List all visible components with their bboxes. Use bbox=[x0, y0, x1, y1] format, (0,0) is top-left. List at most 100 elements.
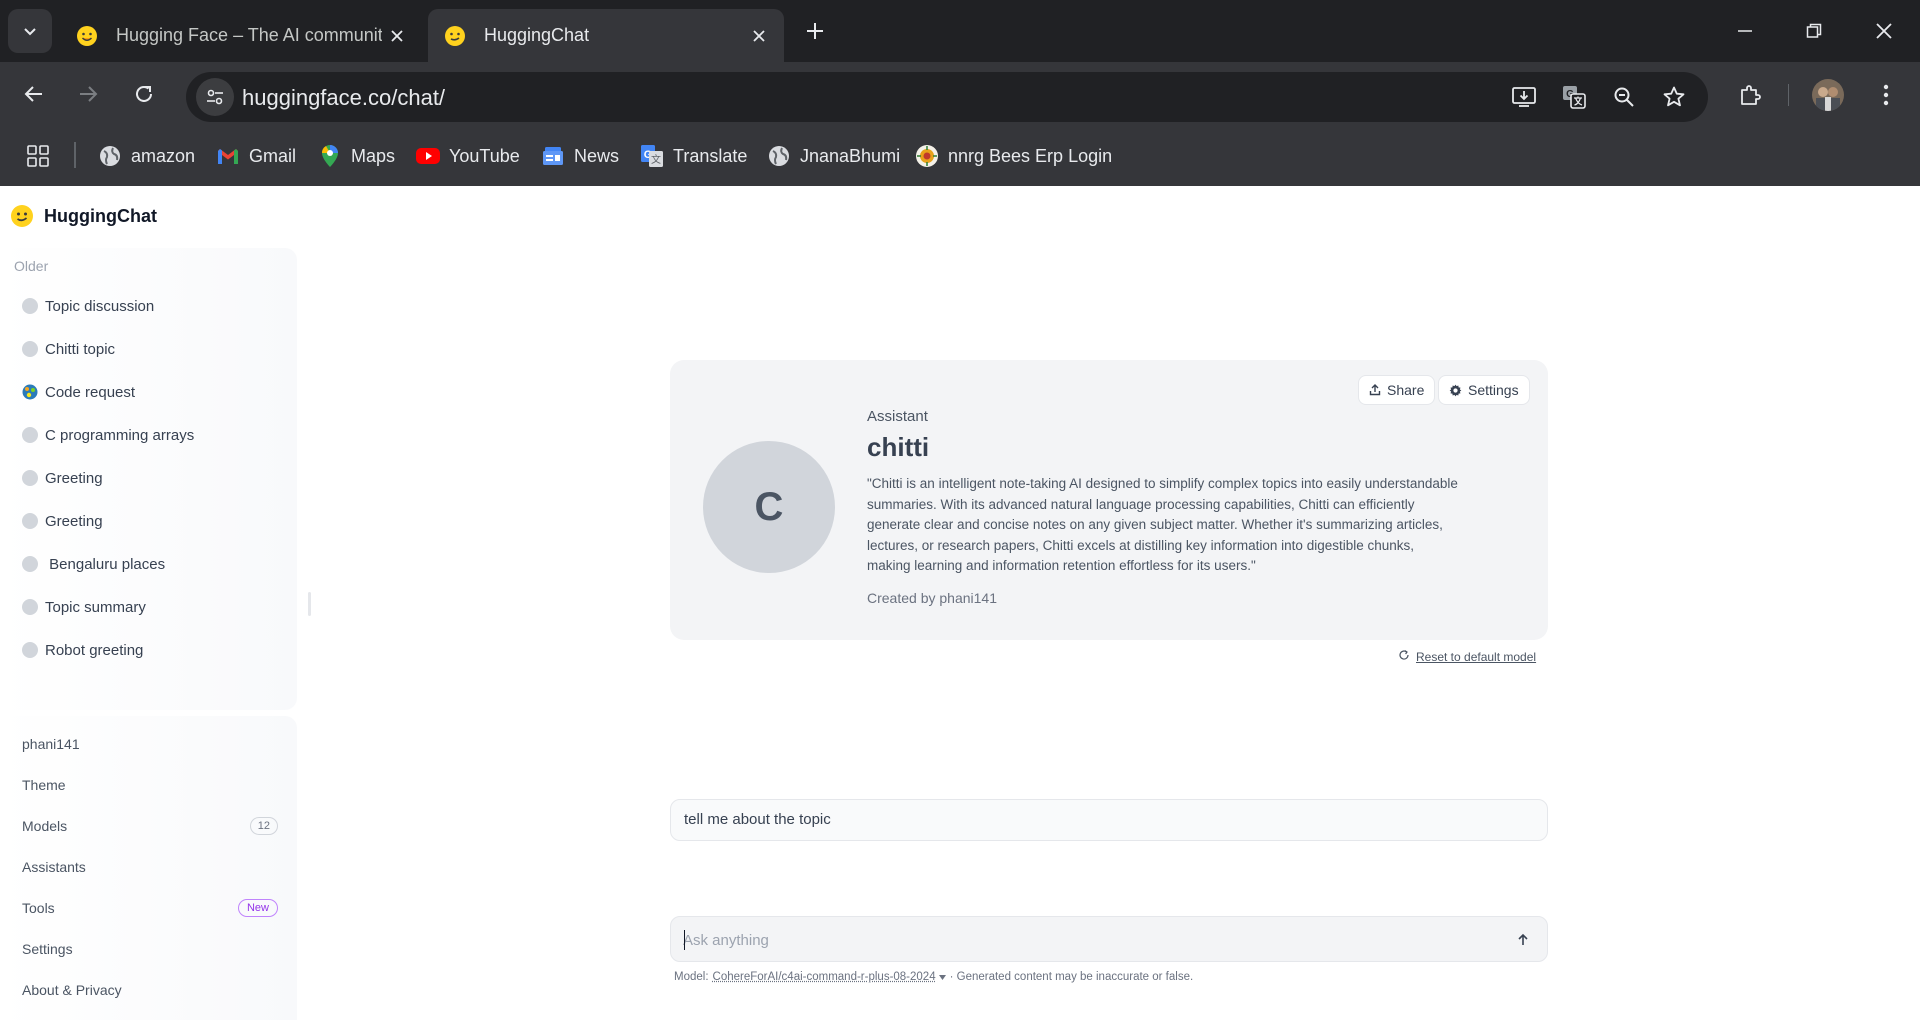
conversation-title: C programming arrays bbox=[45, 426, 195, 444]
browser-menu-button[interactable] bbox=[1866, 75, 1906, 115]
apps-button[interactable] bbox=[26, 140, 59, 172]
conversation-title: Code request bbox=[45, 383, 136, 401]
tab-search-button[interactable] bbox=[8, 9, 52, 53]
bookmark-label: Translate bbox=[673, 145, 748, 166]
conversation-item[interactable]: Topic summary bbox=[22, 591, 292, 623]
toolbar-divider bbox=[1788, 84, 1789, 106]
conversation-item[interactable]: Greeting bbox=[22, 505, 292, 537]
new-tab-button[interactable] bbox=[797, 13, 833, 49]
bookmark-gmail[interactable]: Gmail bbox=[216, 140, 296, 172]
bookmark-label: Gmail bbox=[249, 145, 297, 166]
model-link[interactable]: CohereForAI/c4ai-command-r-plus-08-2024 bbox=[713, 971, 936, 983]
bookmark-amazon[interactable]: amazon bbox=[98, 140, 195, 172]
reset-to-default-link[interactable]: Reset to default model bbox=[1398, 649, 1536, 664]
bookmark-nnrg[interactable]: nnrg Bees Erp Login bbox=[915, 140, 1112, 172]
conversation-item[interactable]: Chitti topic bbox=[22, 333, 292, 365]
back-button[interactable] bbox=[12, 72, 56, 116]
tab-title: HuggingChat bbox=[484, 25, 590, 45]
assistant-kicker: Assistant bbox=[867, 408, 928, 425]
close-tab-icon[interactable] bbox=[382, 21, 412, 51]
conversation-item[interactable]: Robot greeting bbox=[22, 634, 292, 666]
share-label: Share bbox=[1387, 382, 1425, 398]
assistant-avatar: C bbox=[703, 441, 835, 573]
conversation-avatar bbox=[22, 599, 38, 615]
globe-icon bbox=[98, 144, 122, 168]
conversation-avatar bbox=[22, 642, 38, 658]
bookmark-translate[interactable]: G文 Translate bbox=[640, 140, 747, 172]
app-name: HuggingChat bbox=[44, 205, 157, 226]
minimize-window-button[interactable] bbox=[1717, 10, 1773, 52]
models-menu-item[interactable]: Models 12 bbox=[22, 811, 278, 841]
nnrg-icon bbox=[915, 144, 939, 168]
reload-button[interactable] bbox=[122, 72, 166, 116]
bookmark-news[interactable]: News bbox=[541, 140, 619, 172]
close-window-button[interactable] bbox=[1856, 10, 1912, 52]
conversation-title: Robot greeting bbox=[45, 641, 144, 659]
svg-text:文: 文 bbox=[651, 153, 661, 166]
text-cursor bbox=[684, 930, 685, 950]
bookmark-label: nnrg Bees Erp Login bbox=[948, 145, 1113, 166]
caret-down-icon[interactable] bbox=[938, 971, 946, 983]
send-button[interactable] bbox=[1511, 928, 1535, 952]
bookmark-maps[interactable]: Maps bbox=[318, 140, 395, 172]
about-privacy-menu-item[interactable]: About & Privacy bbox=[22, 975, 278, 1005]
extensions-button[interactable] bbox=[1730, 75, 1770, 115]
conversation-item[interactable]: Bengaluru places bbox=[22, 548, 292, 580]
conversation-item[interactable]: Code request bbox=[22, 376, 292, 408]
settings-label: Settings bbox=[1468, 382, 1519, 398]
minimize-icon bbox=[1738, 30, 1752, 32]
browser-toolbar: huggingface.co/chat/ G bbox=[0, 62, 1920, 126]
tools-menu-item[interactable]: Tools New bbox=[22, 893, 278, 923]
conversation-item[interactable]: Topic discussion bbox=[22, 290, 292, 322]
user-menu-item[interactable]: phani141 bbox=[22, 729, 278, 759]
huggingchat-page: HuggingChat Older Topic discussion Chitt… bbox=[0, 186, 1920, 1020]
profile-avatar[interactable] bbox=[1812, 79, 1844, 111]
conversation-title: Bengaluru places bbox=[45, 555, 166, 573]
bookmark-youtube[interactable]: YouTube bbox=[416, 140, 520, 172]
share-button[interactable]: Share bbox=[1358, 375, 1436, 405]
close-tab-icon[interactable] bbox=[744, 21, 774, 51]
theme-label: Theme bbox=[22, 777, 66, 793]
bookmark-star-icon[interactable] bbox=[1658, 81, 1690, 113]
conversation-avatar bbox=[22, 556, 38, 572]
install-app-icon[interactable] bbox=[1508, 81, 1540, 113]
translate-icon: G文 bbox=[640, 144, 664, 168]
zoom-icon[interactable] bbox=[1608, 81, 1640, 113]
chat-input[interactable] bbox=[683, 928, 1483, 952]
bookmark-label: amazon bbox=[131, 145, 196, 166]
sidebar-resize-handle[interactable] bbox=[308, 592, 311, 616]
tab-hugging-face[interactable]: Hugging Face – The AI community bbox=[60, 9, 422, 62]
disclaimer-text: · Generated content may be inaccurate or… bbox=[949, 971, 1194, 983]
address-bar[interactable]: huggingface.co/chat/ G bbox=[186, 72, 1708, 122]
assistants-menu-item[interactable]: Assistants bbox=[22, 852, 278, 882]
gear-icon bbox=[1449, 384, 1462, 397]
assistants-label: Assistants bbox=[22, 859, 86, 875]
about-privacy-label: About & Privacy bbox=[22, 982, 122, 998]
reset-label: Reset to default model bbox=[1416, 649, 1537, 664]
settings-label: Settings bbox=[22, 941, 73, 957]
tools-label: Tools bbox=[22, 900, 55, 916]
forward-button[interactable] bbox=[66, 72, 110, 116]
gmail-icon bbox=[216, 144, 240, 168]
conversation-title: Topic discussion bbox=[45, 297, 155, 315]
settings-menu-item[interactable]: Settings bbox=[22, 934, 278, 964]
site-info-button[interactable] bbox=[196, 78, 234, 116]
bookmark-jnanabhumi[interactable]: JnanaBhumi bbox=[767, 140, 900, 172]
maps-icon bbox=[318, 144, 342, 168]
conversation-item[interactable]: Greeting bbox=[22, 462, 292, 494]
user-message-text: tell me about the topic bbox=[684, 811, 831, 828]
translate-page-icon[interactable]: G bbox=[1558, 81, 1590, 113]
assistant-settings-button[interactable]: Settings bbox=[1438, 375, 1530, 405]
assistant-card: C Assistant chitti "Chitti is an intelli… bbox=[670, 360, 1548, 640]
url-text: huggingface.co/chat/ bbox=[242, 85, 446, 110]
theme-menu-item[interactable]: Theme bbox=[22, 770, 278, 800]
chat-input-container bbox=[670, 916, 1548, 962]
conversation-avatar bbox=[22, 470, 38, 486]
conversation-item[interactable]: C programming arrays bbox=[22, 419, 292, 451]
model-footer: Model: CohereForAI/c4ai-command-r-plus-0… bbox=[674, 971, 1193, 983]
restore-window-button[interactable] bbox=[1786, 10, 1842, 52]
tab-huggingchat[interactable]: HuggingChat bbox=[428, 9, 784, 62]
bookmarks-divider bbox=[74, 142, 76, 168]
app-brand[interactable]: HuggingChat bbox=[10, 204, 157, 228]
conversation-avatar bbox=[22, 513, 38, 529]
